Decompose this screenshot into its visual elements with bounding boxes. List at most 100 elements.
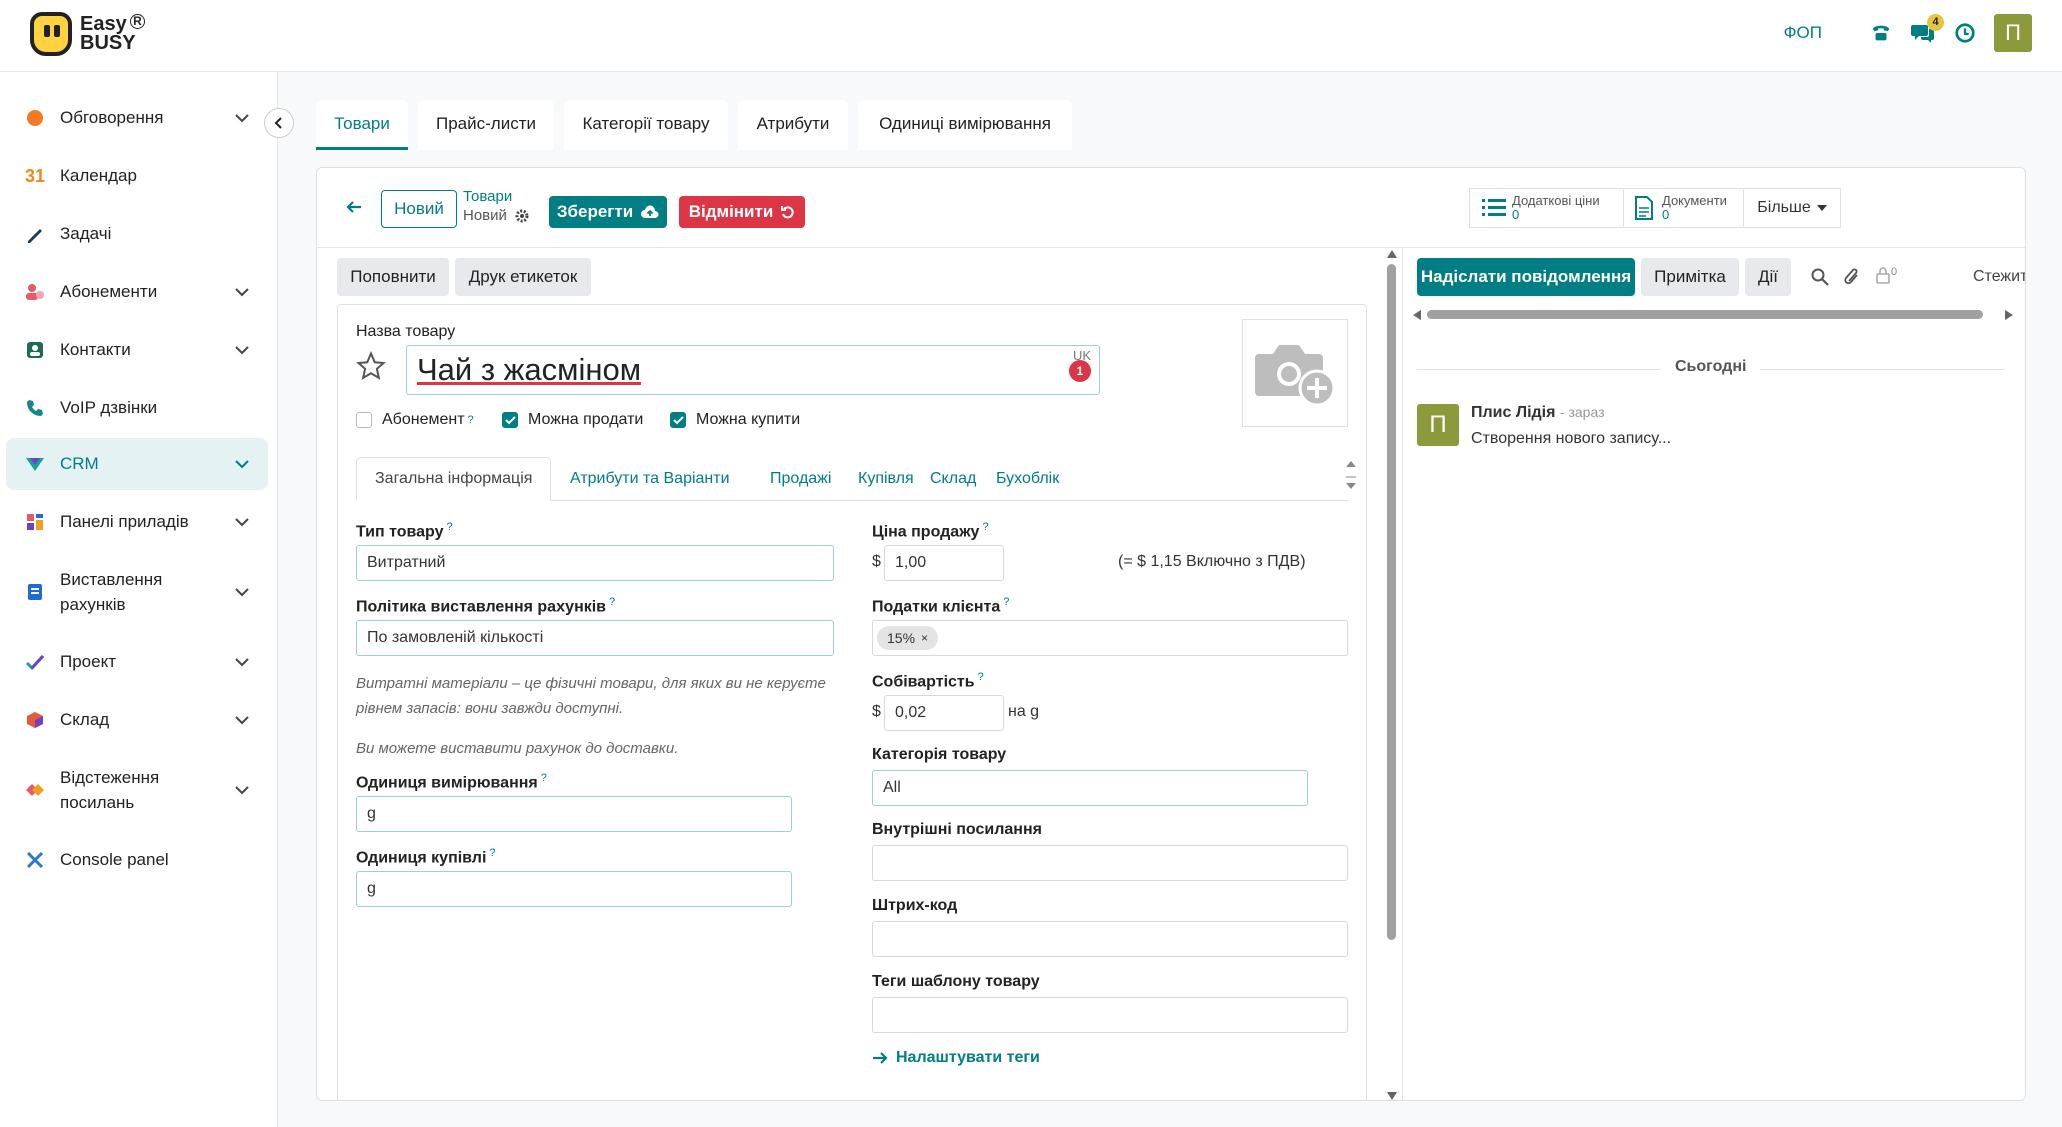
remove-tag-icon[interactable]: × [921,631,928,645]
sidebar-item-tasks[interactable]: Задачі [6,214,268,254]
scrollbar-thumb[interactable] [1387,264,1396,940]
sidebar-item-link-tracker[interactable]: Відстеження посилань [6,762,268,818]
sidebar-item-voip[interactable]: VoIP дзвінки [6,388,268,428]
follow-button[interactable]: Стежити [1973,268,2025,286]
sidebar-item-discuss[interactable]: Обговорення [6,98,268,138]
internal-reference-input[interactable] [872,845,1348,881]
logo-mark-icon [30,12,72,56]
sidebar-item-subscriptions[interactable]: Абонементи [6,272,268,312]
sidebar-item-dashboards[interactable]: Панелі приладів [6,502,268,542]
control-panel: Новий Товари Новий Зберегти Відмінити До… [317,168,2025,248]
activity-clock-icon[interactable] [1952,20,1978,46]
new-button[interactable]: Новий [381,190,457,228]
save-button-label: Зберегти [556,202,634,221]
tab-attributes[interactable]: Атрибути [738,100,848,150]
error-count-badge: 1 [1069,360,1091,382]
crm-icon [24,453,46,475]
followers-button[interactable]: 0 [1875,266,1897,284]
paperclip-icon[interactable] [1843,266,1861,291]
tab-product-categories[interactable]: Категорії товару [564,100,728,150]
print-labels-button[interactable]: Друк етикеток [455,258,591,296]
save-button[interactable]: Зберегти [549,196,667,228]
sidebar-item-label: Відстеження посилань [60,768,160,812]
tab-units-of-measure[interactable]: Одиниці вимірювання [858,100,1072,150]
check-icon [670,412,686,428]
customer-taxes-label: Податки клієнта? [872,596,1010,616]
gear-icon[interactable] [515,209,529,223]
sidebar-item-project[interactable]: Проект [6,642,268,682]
uom-label: Одиниця вимірювання? [356,772,547,792]
chatter-horizontal-scrollbar[interactable] [1413,308,2013,320]
log-note-button[interactable]: Примітка [1641,258,1739,296]
purchase-uom-select[interactable]: g [356,871,792,907]
internal-reference-label: Внутрішні посилання [872,821,1042,838]
sidebar-item-contacts[interactable]: Контакти [6,330,268,370]
form-scrollbar[interactable] [1387,250,1397,1100]
can-be-sold-checkbox[interactable]: Можна продати [502,411,643,429]
sidebar-item-label: Склад [60,710,110,729]
configure-tags-link[interactable]: Налаштувати теги [872,1049,1040,1067]
currency-symbol: $ [872,553,881,570]
sidebar-item-inventory[interactable]: Склад [6,700,268,740]
arrow-right-icon [873,1052,888,1064]
extra-prices-count: 0 [1512,207,1520,222]
sidebar-collapse-button[interactable] [264,108,294,138]
barcode-input[interactable] [872,921,1348,957]
discard-button[interactable]: Відмінити [679,196,805,228]
user-avatar[interactable]: П [1994,14,2032,52]
lock-icon [1876,267,1890,284]
scrollbar-thumb[interactable] [1427,310,1983,319]
back-arrow-icon[interactable] [345,198,363,221]
cost-label: Собівартість? [872,671,984,691]
sidebar-item-console[interactable]: Console panel [6,840,268,880]
more-dropdown[interactable]: Більше [1744,189,1840,227]
documents-button[interactable]: Документи 0 [1624,189,1744,227]
message-author-avatar[interactable]: П [1417,404,1459,446]
sidebar-item-invoicing[interactable]: Виставлення рахунків [6,564,268,620]
voip-phone-icon[interactable] [1868,20,1894,46]
discard-button-label: Відмінити [688,202,774,221]
product-category-select[interactable]: All [872,770,1308,806]
can-be-purchased-checkbox[interactable]: Можна купити [670,411,800,429]
chat-bubble-icon [24,107,46,129]
subscription-checkbox[interactable]: Абонемент? [356,411,474,429]
product-image-placeholder[interactable] [1242,319,1348,427]
chevron-down-icon [235,460,249,469]
message-author-name[interactable]: Плис Лідія [1471,404,1555,421]
tab-sales[interactable]: Продажі [752,457,849,501]
tab-products[interactable]: Товари [316,100,408,150]
subscription-label: Абонемент [382,411,465,428]
breadcrumb-parent[interactable]: Товари [463,188,529,205]
sidebar-item-calendar[interactable]: 31 Календар [6,156,268,196]
calendar-icon: 31 [24,165,46,186]
extra-prices-button[interactable]: Додаткові ціни 0 [1470,189,1624,227]
tab-accounting[interactable]: Бухоблік [978,457,1077,501]
product-name-input[interactable]: Чай з жасміном UK 1 [406,345,1100,395]
tabs-scroll-arrows[interactable] [1344,457,1358,502]
form-sheet: Назва товару Чай з жасміном UK 1 Абонеме… [337,304,1367,1100]
message-header: Плис Лідія - зараз [1471,404,1605,422]
tab-attributes-variants[interactable]: Атрибути та Варіанти [552,457,748,501]
app-logo[interactable]: Easy BUSY R [30,12,145,56]
messages-icon[interactable]: 4 [1910,14,1944,46]
sidebar-item-label: Панелі приладів [60,512,189,531]
uom-select[interactable]: g [356,796,792,832]
tab-general-information[interactable]: Загальна інформація [356,457,552,501]
sidebar-item-crm[interactable]: CRM [6,438,268,490]
search-icon[interactable] [1811,268,1829,291]
invoice-policy-label: Політика виставлення рахунків? [356,596,616,616]
replenish-button[interactable]: Поповнити [337,258,449,296]
sales-price-input[interactable]: 1,00 [884,545,1004,581]
activities-button[interactable]: Дії [1745,258,1791,296]
tab-pricelists[interactable]: Прайс-листи [418,100,554,150]
product-template-tags-input[interactable] [872,997,1348,1033]
send-message-button[interactable]: Надіслати повідомлення [1417,258,1635,296]
product-category-label: Категорія товару [872,746,1007,763]
company-switcher[interactable]: ФОП [1784,23,1822,43]
cost-input[interactable]: 0,02 [884,695,1004,731]
invoice-policy-select[interactable]: По замовленій кількості [356,620,834,656]
messages-count-badge: 4 [1927,14,1944,31]
product-type-select[interactable]: Витратний [356,545,834,581]
customer-taxes-input[interactable]: 15% × [872,620,1348,656]
star-icon[interactable] [356,350,386,386]
